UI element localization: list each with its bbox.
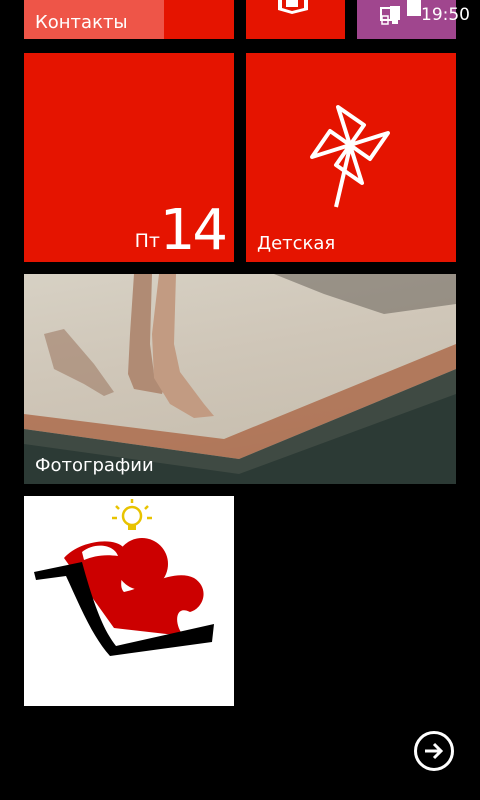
app-logo-icon: [34, 499, 214, 656]
office-icon: [278, 0, 308, 14]
calendar-date: 14: [159, 198, 228, 262]
calendar-day: Пт: [134, 230, 160, 252]
tile-photos[interactable]: Фотографии: [24, 274, 456, 484]
tile-office[interactable]: [246, 0, 345, 39]
store-icon: [380, 0, 421, 21]
tile-kids-corner[interactable]: Детская: [246, 53, 456, 262]
arrow-right-circle-icon: [425, 742, 444, 760]
tile-contacts-label: Контакты: [35, 12, 128, 33]
tile-store[interactable]: [357, 0, 456, 39]
tile-photos-label: Фотографии: [35, 455, 154, 476]
tile-calendar[interactable]: Пт 14: [24, 53, 234, 262]
tile-app[interactable]: [24, 496, 234, 706]
more-apps-button[interactable]: [414, 731, 454, 771]
tile-contacts[interactable]: Контакты: [24, 0, 234, 39]
pinwheel-icon: [310, 105, 390, 208]
photos-background-image: [24, 274, 456, 484]
tile-kids-corner-label: Детская: [257, 233, 336, 254]
